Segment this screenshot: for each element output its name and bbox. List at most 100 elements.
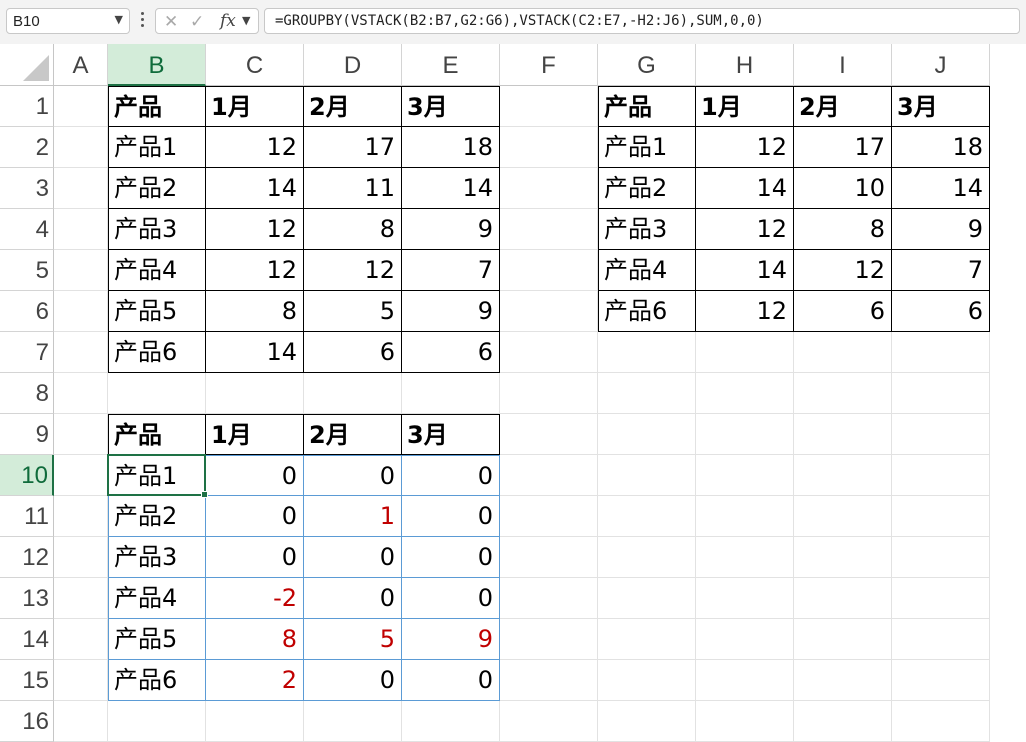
cell-g9[interactable] — [598, 414, 696, 455]
cell-c6[interactable]: 8 — [206, 291, 304, 332]
row-header-1[interactable]: 1 — [0, 86, 54, 127]
cell-i15[interactable] — [794, 660, 892, 701]
cell-a1[interactable] — [54, 86, 108, 127]
cell-d13[interactable]: 0 — [304, 578, 402, 619]
cell-b14[interactable]: 产品5 — [108, 619, 206, 660]
cell-d14[interactable]: 5 — [304, 619, 402, 660]
cell-f5[interactable] — [500, 250, 598, 291]
cell-g2[interactable]: 产品1 — [598, 127, 696, 168]
cell-i13[interactable] — [794, 578, 892, 619]
cell-b15[interactable]: 产品6 — [108, 660, 206, 701]
cell-j2[interactable]: 18 — [892, 127, 990, 168]
row-header-9[interactable]: 9 — [0, 414, 54, 455]
cell-j12[interactable] — [892, 537, 990, 578]
cell-e9[interactable]: 3月 — [402, 414, 500, 455]
cell-c15[interactable]: 2 — [206, 660, 304, 701]
cell-c4[interactable]: 12 — [206, 209, 304, 250]
cell-c16[interactable] — [206, 701, 304, 742]
cell-d4[interactable]: 8 — [304, 209, 402, 250]
cell-g7[interactable] — [598, 332, 696, 373]
cell-i10[interactable] — [794, 455, 892, 496]
cell-h3[interactable]: 14 — [696, 168, 794, 209]
cell-e14[interactable]: 9 — [402, 619, 500, 660]
cell-c2[interactable]: 12 — [206, 127, 304, 168]
insert-function-button[interactable]: fx — [220, 11, 236, 31]
cell-h5[interactable]: 14 — [696, 250, 794, 291]
cell-g12[interactable] — [598, 537, 696, 578]
cell-i7[interactable] — [794, 332, 892, 373]
cell-i14[interactable] — [794, 619, 892, 660]
column-header-a[interactable]: A — [54, 44, 108, 86]
cell-i3[interactable]: 10 — [794, 168, 892, 209]
cell-d11[interactable]: 1 — [304, 496, 402, 537]
cell-h2[interactable]: 12 — [696, 127, 794, 168]
cell-e3[interactable]: 14 — [402, 168, 500, 209]
cell-h7[interactable] — [696, 332, 794, 373]
cell-f15[interactable] — [500, 660, 598, 701]
cell-a14[interactable] — [54, 619, 108, 660]
cell-j6[interactable]: 6 — [892, 291, 990, 332]
x-icon[interactable]: ✕ — [164, 12, 178, 32]
cell-g3[interactable]: 产品2 — [598, 168, 696, 209]
column-header-i[interactable]: I — [794, 44, 892, 86]
cell-f11[interactable] — [500, 496, 598, 537]
cell-d10[interactable]: 0 — [304, 455, 402, 496]
cell-h4[interactable]: 12 — [696, 209, 794, 250]
cell-g11[interactable] — [598, 496, 696, 537]
cell-b5[interactable]: 产品4 — [108, 250, 206, 291]
cell-i12[interactable] — [794, 537, 892, 578]
cell-d1[interactable]: 2月 — [304, 86, 402, 127]
cell-g16[interactable] — [598, 701, 696, 742]
cell-c13[interactable]: -2 — [206, 578, 304, 619]
formula-input[interactable]: =GROUPBY(VSTACK(B2:B7,G2:G6),VSTACK(C2:E… — [264, 8, 1020, 34]
cell-b13[interactable]: 产品4 — [108, 578, 206, 619]
cell-c5[interactable]: 12 — [206, 250, 304, 291]
cell-h16[interactable] — [696, 701, 794, 742]
cell-a3[interactable] — [54, 168, 108, 209]
column-header-h[interactable]: H — [696, 44, 794, 86]
cell-d3[interactable]: 11 — [304, 168, 402, 209]
cell-c8[interactable] — [206, 373, 304, 414]
cell-a11[interactable] — [54, 496, 108, 537]
column-header-j[interactable]: J — [892, 44, 990, 86]
cell-b2[interactable]: 产品1 — [108, 127, 206, 168]
cell-e7[interactable]: 6 — [402, 332, 500, 373]
cell-h13[interactable] — [696, 578, 794, 619]
cell-h14[interactable] — [696, 619, 794, 660]
cell-a8[interactable] — [54, 373, 108, 414]
cell-d9[interactable]: 2月 — [304, 414, 402, 455]
cell-j5[interactable]: 7 — [892, 250, 990, 291]
row-header-8[interactable]: 8 — [0, 373, 54, 414]
row-header-11[interactable]: 11 — [0, 496, 54, 537]
worksheet-grid[interactable]: A B C D E F G H I J 1 2 3 4 5 6 7 8 9 10 11 12 13 14 15 16 产品 产品1 产品… — [0, 44, 1026, 742]
cell-f14[interactable] — [500, 619, 598, 660]
name-box[interactable]: B10 ▼ — [6, 8, 130, 34]
cell-h6[interactable]: 12 — [696, 291, 794, 332]
cell-e6[interactable]: 9 — [402, 291, 500, 332]
cell-e12[interactable]: 0 — [402, 537, 500, 578]
row-header-5[interactable]: 5 — [0, 250, 54, 291]
cell-g1[interactable]: 产品 — [598, 86, 696, 127]
row-header-4[interactable]: 4 — [0, 209, 54, 250]
cell-d5[interactable]: 12 — [304, 250, 402, 291]
cell-b8[interactable] — [108, 373, 206, 414]
more-options-icon[interactable] — [139, 9, 145, 33]
cell-a9[interactable] — [54, 414, 108, 455]
cell-e8[interactable] — [402, 373, 500, 414]
cell-c11[interactable]: 0 — [206, 496, 304, 537]
cell-b11[interactable]: 产品2 — [108, 496, 206, 537]
row-header-6[interactable]: 6 — [0, 291, 54, 332]
cell-a6[interactable] — [54, 291, 108, 332]
cell-a4[interactable] — [54, 209, 108, 250]
cell-b12[interactable]: 产品3 — [108, 537, 206, 578]
column-header-e[interactable]: E — [402, 44, 500, 86]
cell-i16[interactable] — [794, 701, 892, 742]
cell-g4[interactable]: 产品3 — [598, 209, 696, 250]
cell-b10[interactable]: 产品1 — [108, 455, 206, 496]
row-header-3[interactable]: 3 — [0, 168, 54, 209]
cell-a16[interactable] — [54, 701, 108, 742]
cell-e10[interactable]: 0 — [402, 455, 500, 496]
checkmark-icon[interactable]: ✓ — [190, 12, 204, 32]
cell-j1[interactable]: 3月 — [892, 86, 990, 127]
cell-d6[interactable]: 5 — [304, 291, 402, 332]
